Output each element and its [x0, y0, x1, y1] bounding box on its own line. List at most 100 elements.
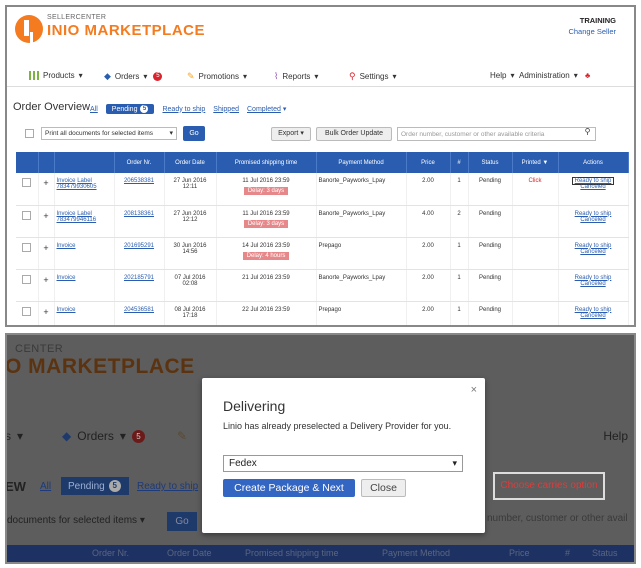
nav-reports-label: Reports: [282, 72, 311, 81]
filter-all[interactable]: All: [40, 481, 51, 492]
filter-ready-to-ship[interactable]: Ready to ship: [162, 106, 205, 113]
plus-icon[interactable]: +: [43, 243, 48, 253]
bulk-order-update-button[interactable]: Bulk Order Update: [316, 127, 392, 141]
th-qty[interactable]: #: [450, 152, 469, 173]
printed-cell: [512, 237, 559, 270]
print-documents-label: documents for selected items: [7, 515, 138, 526]
tracking-link[interactable]: 783479930605: [57, 184, 97, 190]
th-printed[interactable]: Printed ▼: [512, 152, 559, 173]
order-nr-link[interactable]: 208138361: [124, 211, 154, 217]
nav-orders[interactable]: ◆ Orders ▾ 5: [104, 71, 163, 82]
delivering-modal: × Delivering Linio has already preselect…: [202, 378, 485, 533]
promised-time: 11 Jul 2016 23:59: [242, 178, 290, 184]
search-input[interactable]: number, customer or other avail: [487, 513, 628, 524]
invoice-link[interactable]: Invoice: [57, 275, 76, 281]
actions-cell: Ready to ship Canceled: [558, 205, 629, 238]
print-documents-select[interactable]: Print all documents for selected items: [41, 127, 177, 140]
chevron-down-icon: ▾: [300, 130, 304, 137]
order-nr-link[interactable]: 202185791: [124, 275, 154, 281]
plus-icon[interactable]: +: [43, 178, 48, 188]
chevron-down-icon: ▾: [573, 71, 578, 80]
header: SELLERCENTER INIO MARKETPLACE TRAINING C…: [7, 7, 634, 63]
go-button[interactable]: Go: [167, 512, 197, 531]
promised-time: 22 Jul 2016 23:59: [242, 306, 290, 313]
table-header-row: Order Nr. Order Date Promised shipping t…: [16, 152, 629, 173]
tag-icon: ◆: [62, 429, 72, 443]
th-order-nr: Order Nr.: [92, 548, 130, 558]
order-nr-link[interactable]: 204536581: [124, 307, 154, 313]
table-row: + Invoice Label 783479930605 206538381 27…: [16, 173, 629, 206]
quantity: 1: [450, 237, 469, 270]
tracking-link[interactable]: 783479946116: [57, 217, 97, 223]
order-date-cell: 27 Jun 2016 12:12: [164, 205, 217, 238]
nav-orders[interactable]: ◆ Orders ▾ 5: [62, 429, 145, 443]
promised-time: 14 Jul 2016 23:59: [242, 242, 290, 249]
chevron-down-icon: ▾: [282, 106, 287, 113]
nav-products[interactable]: Products ▾: [29, 71, 83, 80]
row-checkbox[interactable]: [22, 178, 32, 187]
nav-reports[interactable]: ⌇ Reports ▾: [274, 71, 318, 82]
th-payment: Payment Method: [382, 548, 451, 558]
order-nr-link[interactable]: 206538381: [124, 178, 154, 184]
nav-help[interactable]: Help ▾: [490, 71, 514, 80]
th-promised[interactable]: Promised shipping time: [216, 152, 317, 173]
nav-administration[interactable]: Administration ▾: [519, 71, 578, 80]
close-icon[interactable]: ×: [471, 384, 477, 396]
filter-all[interactable]: All: [90, 106, 98, 113]
nav-fragment[interactable]: s ▾: [7, 429, 23, 443]
select-all-checkbox[interactable]: [25, 129, 34, 138]
plus-icon[interactable]: +: [43, 275, 48, 285]
th-order-date[interactable]: Order Date: [164, 152, 217, 173]
row-checkbox[interactable]: [22, 210, 32, 220]
th-qty: #: [565, 548, 571, 558]
filter-shipped[interactable]: Shipped: [213, 106, 239, 113]
canceled-link[interactable]: Canceled: [580, 313, 605, 319]
search-icon[interactable]: ⚲: [579, 127, 596, 141]
canceled-link[interactable]: Canceled: [580, 217, 605, 223]
th-price[interactable]: Price: [406, 152, 451, 173]
plus-icon[interactable]: +: [43, 307, 48, 317]
canceled-link[interactable]: Canceled: [580, 281, 605, 287]
plus-icon[interactable]: +: [43, 211, 48, 221]
payment-method: Prepago: [316, 301, 407, 325]
order-nr-cell: 202185791: [114, 269, 165, 302]
nav-help[interactable]: Help: [603, 429, 628, 443]
filter-pending[interactable]: Pending 5: [61, 477, 129, 495]
go-button[interactable]: Go: [183, 126, 205, 141]
canceled-link[interactable]: Canceled: [580, 184, 605, 190]
close-button[interactable]: Close: [361, 479, 406, 497]
pending-count: 5: [140, 105, 149, 113]
create-package-button[interactable]: Create Package & Next: [223, 479, 355, 497]
page-title-fragment: EW: [5, 479, 26, 494]
actions-cell: Ready to ship Canceled: [558, 301, 629, 325]
row-checkbox[interactable]: [22, 274, 32, 284]
price: 2.00: [406, 237, 451, 270]
export-button[interactable]: Export ▾: [271, 127, 311, 141]
logo-center: CENTER: [15, 343, 64, 355]
promised-cell: 21 Jul 2016 23:59: [216, 269, 317, 302]
nav-settings[interactable]: ⚲ Settings ▾: [349, 71, 397, 82]
order-time: 12:11: [182, 184, 198, 190]
expand-cell: +: [38, 205, 55, 238]
row-checkbox[interactable]: [22, 306, 32, 316]
canceled-link[interactable]: Canceled: [580, 249, 605, 255]
nav-promotions[interactable]: ✎ Promotions ▾: [187, 71, 247, 82]
invoice-link[interactable]: Invoice: [57, 243, 76, 249]
th-order-nr[interactable]: Order Nr.: [114, 152, 165, 173]
price: 4.00: [406, 205, 451, 238]
order-nr-cell: 201695291: [114, 237, 165, 270]
account-name: TRAINING: [579, 16, 616, 25]
print-documents-select[interactable]: documents for selected items ▾: [7, 513, 160, 530]
change-seller-link[interactable]: Change Seller: [568, 27, 616, 36]
invoice-link[interactable]: Invoice: [57, 307, 76, 313]
row-checkbox[interactable]: [22, 242, 32, 252]
filter-ready-to-ship[interactable]: Ready to ship: [137, 481, 198, 492]
delivery-provider-select[interactable]: Fedex: [223, 455, 463, 472]
th-payment[interactable]: Payment Method: [316, 152, 407, 173]
user-icon[interactable]: ♣: [585, 71, 590, 80]
order-nr-link[interactable]: 201695291: [124, 243, 154, 249]
order-nr-cell: 208138361: [114, 205, 165, 238]
search-input[interactable]: Order number, customer or other availabl…: [397, 127, 596, 141]
filter-pending[interactable]: Pending 5: [105, 104, 155, 114]
filter-completed[interactable]: Completed ▾: [247, 105, 286, 113]
